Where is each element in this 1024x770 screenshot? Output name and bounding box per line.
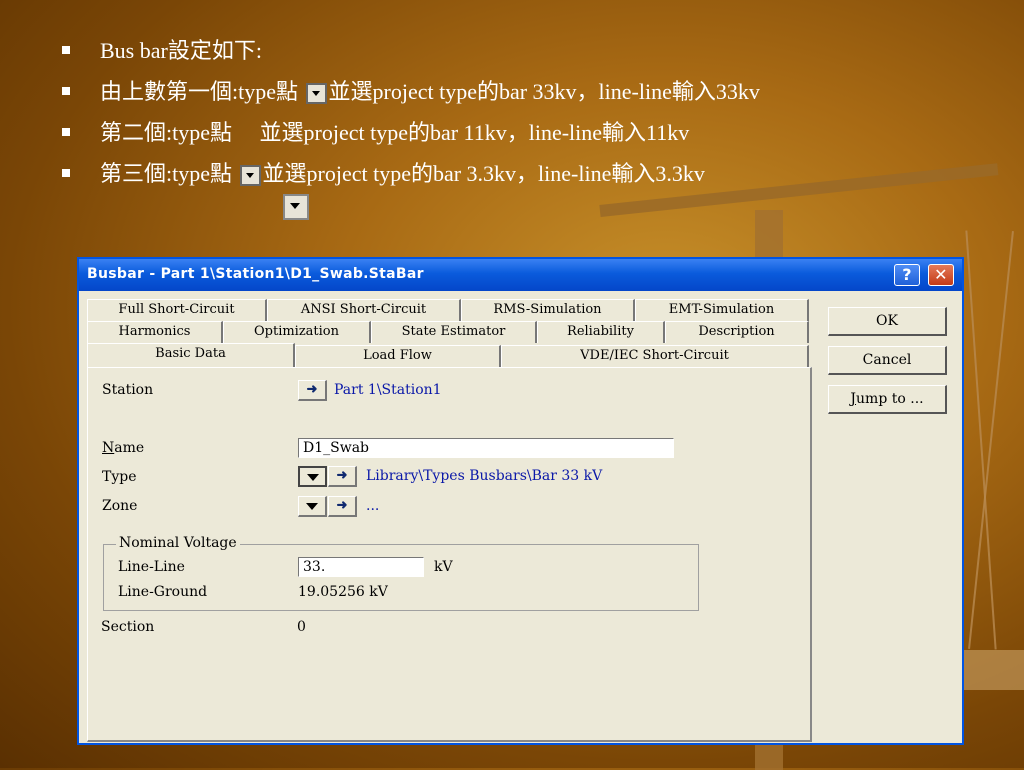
dropdown-button-icon — [283, 194, 309, 220]
section-label: Section — [101, 619, 155, 635]
bullet-square-icon — [62, 86, 70, 95]
bullet-square-icon — [62, 127, 70, 136]
slide-bullets: Bus bar設定如下: 由上數第一個:type點 並選project type… — [62, 32, 760, 196]
line-ground-value: 19.05256 kV — [298, 584, 388, 600]
bullet-line: 由上數第一個:type點 並選project type的bar 33kv，lin… — [62, 73, 760, 114]
section-value: 0 — [297, 619, 306, 635]
station-label: Station — [102, 382, 154, 398]
help-button[interactable]: ? — [894, 264, 920, 286]
name-input[interactable]: D1_Swab — [298, 438, 674, 458]
line-line-unit: kV — [434, 559, 453, 575]
line-line-label: Line-Line — [118, 559, 185, 575]
ok-button[interactable]: OK — [828, 307, 947, 336]
tab-description[interactable]: Description — [665, 321, 809, 343]
tab-emt-simulation[interactable]: EMT-Simulation — [635, 299, 809, 321]
bullet-text: Bus bar設定如下: — [100, 38, 262, 63]
bullet-square-icon — [62, 45, 70, 54]
nominal-voltage-group: Nominal Voltage Line-Line 33. kV Line-Gr… — [103, 535, 699, 611]
dialog-titlebar[interactable]: Busbar - Part 1\Station1\D1_Swab.StaBar … — [79, 259, 962, 291]
tab-rms-simulation[interactable]: RMS-Simulation — [461, 299, 635, 321]
type-dropdown-button[interactable] — [298, 466, 327, 487]
tab-full-short-circuit[interactable]: Full Short-Circuit — [87, 299, 267, 321]
bullet-line: 第二個:type點 並選project type的bar 11kv，line-l… — [62, 114, 760, 155]
tab-basic-data[interactable]: Basic Data — [87, 343, 295, 368]
busbar-dialog: Busbar - Part 1\Station1\D1_Swab.StaBar … — [77, 257, 964, 745]
station-jump-button[interactable]: ➜ — [298, 380, 327, 401]
tab-reliability[interactable]: Reliability — [537, 321, 665, 343]
tab-state-estimator[interactable]: State Estimator — [371, 321, 537, 343]
bullet-line: Bus bar設定如下: — [62, 32, 760, 73]
zone-jump-button[interactable]: ➜ — [328, 496, 357, 517]
jump-to-button[interactable]: Jump to ... — [828, 385, 947, 414]
type-link[interactable]: Library\Types Busbars\Bar 33 kV — [366, 468, 602, 484]
line-ground-label: Line-Ground — [118, 584, 208, 600]
tab-optimization[interactable]: Optimization — [223, 321, 371, 343]
dialog-title: Busbar - Part 1\Station1\D1_Swab.StaBar — [87, 266, 424, 282]
nominal-voltage-title: Nominal Voltage — [116, 535, 240, 551]
bullet-text: 第三個:type點 — [100, 161, 238, 186]
zone-link[interactable]: ... — [366, 498, 379, 514]
bullet-text: 第二個:type點 — [100, 120, 260, 145]
zone-label: Zone — [102, 498, 138, 514]
line-line-input[interactable]: 33. — [298, 557, 424, 577]
tab-ansi-short-circuit[interactable]: ANSI Short-Circuit — [267, 299, 461, 321]
dropdown-button-icon — [305, 83, 327, 105]
bullet-text: 由上數第一個:type點 — [100, 79, 304, 104]
bullet-square-icon — [62, 168, 70, 177]
tab-harmonics[interactable]: Harmonics — [87, 321, 223, 343]
bullet-line: 第三個:type點 並選project type的bar 3.3kv，line-… — [62, 155, 760, 196]
tab-load-flow[interactable]: Load Flow — [295, 345, 501, 367]
tab-vde-iec-short-circuit[interactable]: VDE/IEC Short-Circuit — [501, 345, 809, 367]
type-label: Type — [102, 469, 137, 485]
bullet-text: 並選project type的bar 11kv，line-line輸入11kv — [259, 120, 690, 145]
station-link[interactable]: Part 1\Station1 — [334, 382, 442, 398]
dropdown-button-icon — [239, 165, 261, 187]
zone-dropdown-button[interactable] — [298, 496, 327, 517]
bullet-text: 並選project type的bar 33kv，line-line輸入33kv — [328, 79, 760, 104]
name-label: Name — [102, 440, 145, 456]
close-button[interactable]: ✕ — [928, 264, 954, 286]
type-jump-button[interactable]: ➜ — [328, 466, 357, 487]
cancel-button[interactable]: Cancel — [828, 346, 947, 375]
bullet-text: 並選project type的bar 3.3kv，line-line輸入3.3k… — [262, 161, 705, 186]
scale-pan-decoration — [960, 650, 1024, 690]
